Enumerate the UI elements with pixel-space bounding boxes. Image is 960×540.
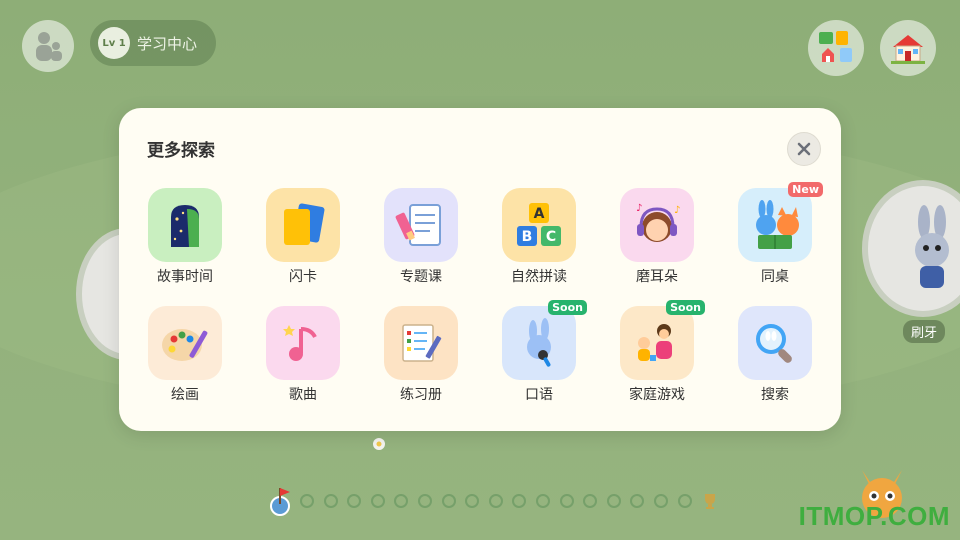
soon-badge: Soon bbox=[666, 300, 705, 315]
explore-item-label: 搜索 bbox=[761, 387, 789, 403]
progress-dot bbox=[512, 494, 527, 508]
deskmate-friends-icon bbox=[756, 200, 799, 249]
explore-item-label: 口语 bbox=[525, 387, 553, 403]
progress-dot bbox=[630, 494, 645, 508]
close-button[interactable] bbox=[787, 132, 821, 166]
progress-path bbox=[268, 486, 719, 516]
explore-item-phonics[interactable]: A B C 自然拼读 bbox=[501, 188, 577, 286]
progress-dot bbox=[300, 494, 314, 508]
explore-item-label: 磨耳朵 bbox=[636, 269, 678, 285]
progress-dot bbox=[441, 494, 456, 508]
svg-text:B: B bbox=[522, 229, 533, 245]
palette-icon bbox=[162, 329, 208, 361]
explore-item-workbook[interactable]: 练习册 bbox=[383, 306, 459, 404]
home-button[interactable] bbox=[880, 20, 936, 76]
learning-center-button[interactable]: Lv 1 学习中心 bbox=[90, 20, 216, 66]
explore-item-label: 家庭游戏 bbox=[629, 387, 685, 403]
explore-item-story-time[interactable]: 故事时间 bbox=[147, 188, 223, 286]
explore-item-speaking[interactable]: Soon 口语 bbox=[501, 300, 587, 404]
progress-dot bbox=[417, 494, 432, 508]
explore-grid: 故事时间 闪卡 专题课 A B C 自然拼读 ♪ ♪ 磨耳朵 New 同桌 绘画… bbox=[147, 182, 827, 404]
progress-dot bbox=[465, 494, 480, 508]
explore-item-songs[interactable]: 歌曲 bbox=[265, 306, 341, 404]
explore-item-label: 歌曲 bbox=[289, 387, 317, 403]
progress-dot bbox=[488, 494, 503, 508]
flower-decoration-icon bbox=[373, 438, 385, 450]
svg-text:A: A bbox=[534, 206, 545, 222]
progress-dot bbox=[559, 494, 574, 508]
music-note-icon bbox=[283, 325, 317, 361]
explore-item-label: 绘画 bbox=[171, 387, 199, 403]
explore-item-label: 闪卡 bbox=[289, 269, 317, 285]
family-profile-icon bbox=[36, 32, 62, 61]
progress-dot bbox=[394, 494, 409, 508]
abc-blocks-icon: A B C bbox=[517, 203, 561, 246]
soon-badge: Soon bbox=[548, 300, 587, 315]
explore-item-label: 自然拼读 bbox=[511, 269, 567, 285]
explore-item-label: 同桌 bbox=[761, 269, 789, 285]
collection-books-icon bbox=[819, 31, 852, 62]
explore-item-flashcards[interactable]: 闪卡 bbox=[265, 188, 341, 286]
collection-button[interactable] bbox=[808, 20, 864, 76]
progress-dot bbox=[370, 494, 385, 508]
stage-label-brush-teeth: 刷牙 bbox=[903, 320, 946, 343]
trophy-icon bbox=[705, 494, 716, 509]
watermark: ITMOP.COM bbox=[798, 501, 950, 531]
notebook-icon bbox=[395, 204, 441, 246]
learning-center-label: 学习中心 bbox=[137, 34, 198, 53]
explore-item-deskmate[interactable]: New 同桌 bbox=[737, 182, 823, 286]
progress-dot bbox=[606, 494, 621, 508]
explore-item-family-games[interactable]: Soon 家庭游戏 bbox=[619, 300, 705, 404]
progress-dot bbox=[347, 494, 362, 508]
svg-text:♪: ♪ bbox=[636, 203, 642, 214]
svg-text:C: C bbox=[546, 229, 556, 245]
house-icon bbox=[891, 35, 925, 64]
dialog-title: 更多探索 bbox=[147, 141, 215, 161]
progress-dot bbox=[583, 494, 598, 508]
new-badge: New bbox=[788, 182, 823, 197]
more-explore-dialog: 更多探索 故事时间 闪卡 专题课 A B C 自然拼读 ♪ ♪ 磨耳朵 New … bbox=[119, 108, 841, 431]
progress-dot bbox=[535, 494, 550, 508]
profile-button[interactable] bbox=[22, 20, 74, 72]
magnifier-icon bbox=[756, 324, 792, 363]
progress-dot bbox=[323, 494, 338, 508]
microphone-bunny-icon bbox=[527, 318, 551, 367]
story-door-icon bbox=[171, 205, 199, 247]
explore-item-listening[interactable]: ♪ ♪ 磨耳朵 bbox=[619, 188, 695, 286]
bunny-character-icon bbox=[915, 205, 949, 288]
progress-dot bbox=[653, 494, 668, 508]
start-flag-icon bbox=[270, 488, 290, 516]
level-badge: Lv 1 bbox=[98, 27, 130, 59]
workbook-icon bbox=[402, 324, 442, 362]
svg-text:♪: ♪ bbox=[674, 205, 680, 216]
explore-item-drawing[interactable]: 绘画 bbox=[147, 306, 223, 404]
explore-item-label: 故事时间 bbox=[157, 269, 213, 285]
headphones-girl-icon: ♪ ♪ bbox=[636, 203, 680, 242]
explore-item-search[interactable]: 搜索 bbox=[737, 306, 813, 404]
explore-item-topic-course[interactable]: 专题课 bbox=[383, 188, 459, 286]
family-play-icon bbox=[638, 324, 672, 361]
flashcards-icon bbox=[284, 203, 325, 245]
explore-item-label: 练习册 bbox=[400, 387, 442, 403]
explore-item-label: 专题课 bbox=[400, 269, 442, 285]
progress-dot bbox=[677, 494, 692, 508]
close-icon bbox=[797, 142, 811, 156]
